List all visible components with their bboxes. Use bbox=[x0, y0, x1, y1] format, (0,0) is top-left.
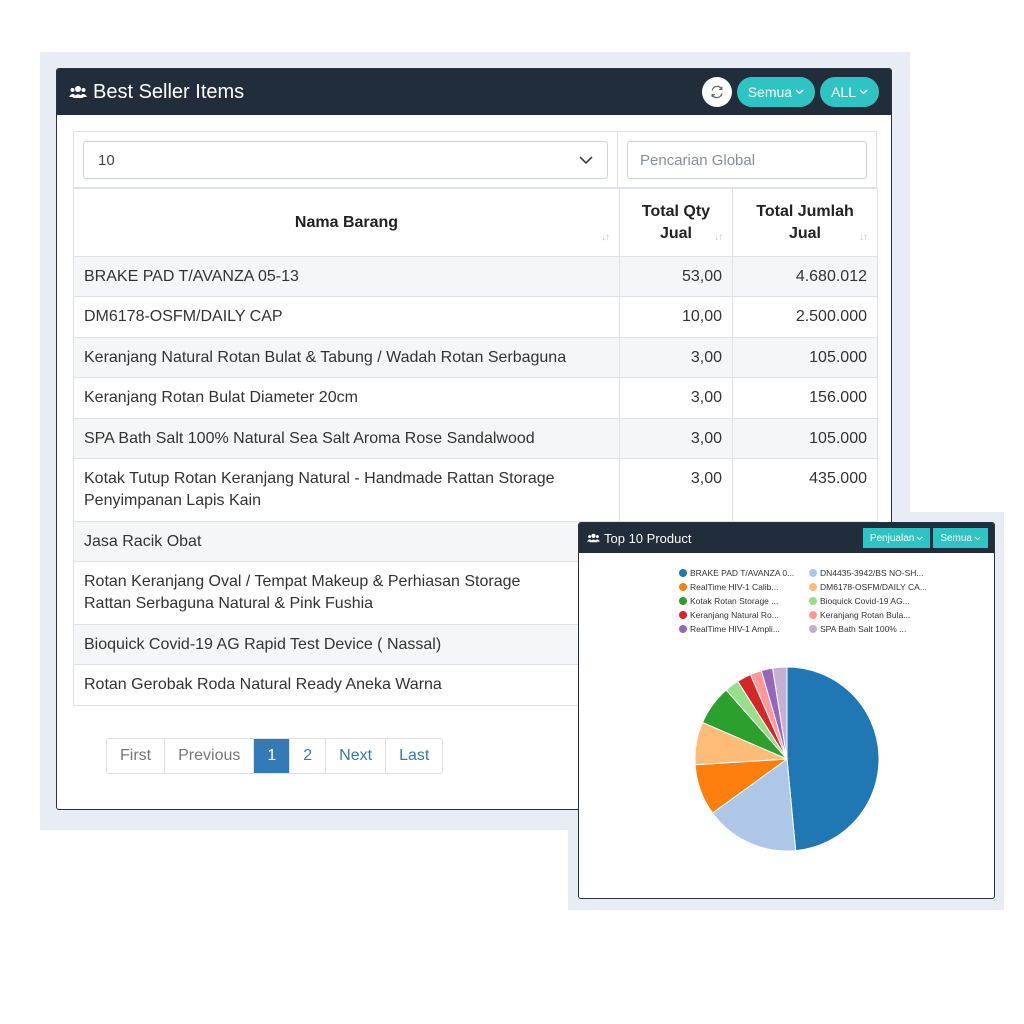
column-header-amount-label-2: Jual bbox=[788, 224, 821, 242]
period-filter-button[interactable]: Semua bbox=[736, 77, 816, 107]
cell-name: Bioquick Covid-19 AG Rapid Test Device (… bbox=[73, 624, 620, 665]
pie-chart bbox=[694, 666, 880, 852]
cell-qty: 3,00 bbox=[619, 337, 733, 378]
cell-name: Kotak Tutup Rotan Keranjang Natural - Ha… bbox=[73, 458, 620, 522]
column-header-qty[interactable]: Total Qty Jual ↓↑ bbox=[619, 188, 733, 257]
cell-name: SPA Bath Salt 100% Natural Sea Salt Arom… bbox=[73, 418, 620, 459]
cell-name-line-2: Penyimpanan Lapis Kain bbox=[84, 492, 262, 509]
chevron-down-icon bbox=[795, 89, 804, 95]
scope-filter-label: ALL bbox=[831, 84, 856, 100]
cell-name: Keranjang Natural Rotan Bulat & Tabung /… bbox=[73, 337, 620, 378]
cell-qty: 3,00 bbox=[619, 458, 733, 522]
cell-amount: 4.680.012 bbox=[732, 256, 878, 297]
cell-amount: 2.500.000 bbox=[732, 296, 878, 338]
pagination-page-2[interactable]: 2 bbox=[289, 739, 325, 773]
cell-name: BRAKE PAD T/AVANZA 05-13 bbox=[73, 256, 620, 297]
cell-amount: 435.000 bbox=[732, 458, 878, 522]
column-header-qty-label-1: Total Qty bbox=[641, 202, 711, 220]
sort-icon: ↓↑ bbox=[859, 232, 868, 243]
pagination-next[interactable]: Next bbox=[325, 739, 385, 773]
cell-name-line-2: Rattan Serbaguna Natural & Pink Fushia bbox=[84, 595, 374, 612]
cell-amount: 105.000 bbox=[732, 418, 878, 459]
pie-slice[interactable] bbox=[786, 666, 880, 852]
column-header-name[interactable]: Nama Barang ↓↑ bbox=[73, 188, 620, 257]
pagination-first[interactable]: First bbox=[107, 739, 164, 773]
cell-name: Jasa Racik Obat bbox=[73, 521, 620, 562]
cell-name-line-1: Kotak Tutup Rotan Keranjang Natural - Ha… bbox=[84, 470, 555, 487]
column-header-amount-label-1: Total Jumlah bbox=[756, 202, 854, 220]
cell-name: Rotan Gerobak Roda Natural Ready Aneka W… bbox=[73, 664, 620, 706]
pagination-last[interactable]: Last bbox=[385, 739, 442, 773]
pagination-page-1[interactable]: 1 bbox=[253, 739, 290, 773]
cell-qty: 10,00 bbox=[619, 296, 733, 338]
refresh-button[interactable] bbox=[701, 77, 732, 107]
column-header-name-label: Nama Barang bbox=[294, 213, 399, 231]
users-icon bbox=[69, 86, 87, 98]
cell-qty: 3,00 bbox=[619, 377, 733, 419]
column-header-qty-label-2: Jual bbox=[659, 224, 692, 242]
table-row[interactable]: Keranjang Rotan Bulat Diameter 20cm 3,00… bbox=[73, 377, 878, 419]
period-filter-label: Semua bbox=[747, 84, 793, 100]
page-length-value: 10 bbox=[98, 151, 115, 169]
cell-amount: 156.000 bbox=[732, 377, 878, 419]
table-row[interactable]: DM6178-OSFM/DAILY CAP 10,00 2.500.000 bbox=[73, 296, 878, 338]
table-header-row: Nama Barang ↓↑ Total Qty Jual ↓↑ Total J… bbox=[73, 188, 878, 257]
pagination-previous[interactable]: Previous bbox=[164, 739, 253, 773]
table-row[interactable]: Keranjang Natural Rotan Bulat & Tabung /… bbox=[73, 337, 878, 378]
top-product-card: Top 10 Product Penjualan Semua BRAKE PAD… bbox=[578, 522, 995, 899]
cell-qty: 3,00 bbox=[619, 418, 733, 459]
cell-name: Rotan Keranjang Oval / Tempat Makeup & P… bbox=[73, 561, 620, 625]
column-header-amount[interactable]: Total Jumlah Jual ↓↑ bbox=[732, 188, 878, 257]
cell-qty: 53,00 bbox=[619, 256, 733, 297]
pagination: First Previous 1 2 Next Last bbox=[106, 738, 444, 774]
cell-name: Keranjang Rotan Bulat Diameter 20cm bbox=[73, 377, 620, 419]
chevron-down-icon bbox=[859, 89, 868, 95]
sort-icon: ↓↑ bbox=[601, 232, 610, 243]
best-seller-title-text: Best Seller Items bbox=[93, 80, 245, 103]
scope-filter-button[interactable]: ALL bbox=[820, 77, 879, 107]
table-row[interactable]: BRAKE PAD T/AVANZA 05-13 53,00 4.680.012 bbox=[73, 256, 878, 297]
global-search-placeholder: Pencarian Global bbox=[640, 151, 756, 169]
table-row[interactable]: Kotak Tutup Rotan Keranjang Natural - Ha… bbox=[73, 458, 878, 522]
best-seller-header: Best Seller Items Semua ALL bbox=[57, 69, 891, 115]
global-search-input[interactable]: Pencarian Global bbox=[627, 141, 867, 179]
cell-amount: 105.000 bbox=[732, 337, 878, 378]
best-seller-title: Best Seller Items bbox=[69, 81, 244, 104]
page-length-select[interactable]: 10 bbox=[83, 141, 608, 179]
chevron-down-icon bbox=[579, 156, 593, 164]
cell-name: DM6178-OSFM/DAILY CAP bbox=[73, 296, 620, 338]
table-row[interactable]: SPA Bath Salt 100% Natural Sea Salt Arom… bbox=[73, 418, 878, 459]
cell-name-line-1: Rotan Keranjang Oval / Tempat Makeup & P… bbox=[84, 573, 521, 590]
refresh-icon bbox=[711, 85, 723, 99]
table-controls: 10 Pencarian Global bbox=[73, 131, 877, 188]
sort-icon: ↓↑ bbox=[714, 232, 723, 243]
